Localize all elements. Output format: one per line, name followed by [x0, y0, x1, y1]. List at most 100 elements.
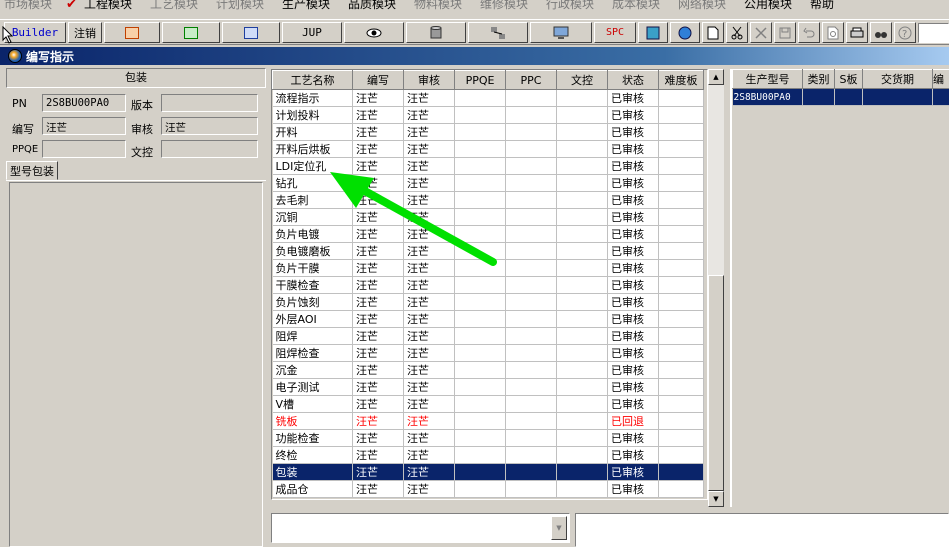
column-header-doc-control[interactable]: 文控 — [556, 70, 608, 90]
word-button[interactable] — [222, 22, 280, 43]
column-header-reviewer[interactable]: 审核 — [403, 70, 455, 90]
column-header-ppc[interactable]: PPC — [505, 70, 557, 90]
column-header-delivery-date[interactable]: 交货期 — [862, 69, 933, 89]
table-row[interactable]: 负片干膜 汪芒 汪芒 已审核 — [272, 259, 704, 277]
table-row[interactable]: 电子测试 汪芒 汪芒 已审核 — [272, 378, 704, 396]
jup-button[interactable]: JUP — [282, 22, 342, 43]
pn-field[interactable]: 2S8BU00PA0 — [42, 94, 126, 112]
print-button[interactable] — [846, 22, 868, 43]
menu-item[interactable]: 行政模块 — [546, 0, 594, 12]
network-button[interactable] — [468, 22, 528, 43]
cell-difficulty — [658, 463, 704, 481]
cell-ppc — [505, 412, 557, 430]
table-row[interactable]: 干膜检查 汪芒 汪芒 已审核 — [272, 276, 704, 294]
cell-status: 已审核 — [607, 395, 659, 413]
menu-item[interactable]: 物料模块 — [414, 0, 462, 12]
table-row[interactable]: 阻焊检查 汪芒 汪芒 已审核 — [272, 344, 704, 362]
table-row[interactable]: 成品仓 汪芒 汪芒 已审核 — [272, 480, 704, 498]
excel-button[interactable] — [162, 22, 220, 43]
bottom-combobox[interactable]: ▼ — [271, 513, 570, 543]
database-button[interactable] — [406, 22, 466, 43]
ppqe-field[interactable] — [42, 140, 126, 158]
cell-status: 已审核 — [607, 225, 659, 243]
reviewer-field[interactable]: 汪芒 — [161, 117, 258, 135]
menu-item[interactable]: 网络模块 — [678, 0, 726, 12]
version-field[interactable] — [161, 94, 258, 112]
menu-item[interactable]: 品质模块 — [348, 0, 396, 12]
new-button[interactable] — [702, 22, 724, 43]
logout-button[interactable]: 注销 — [68, 22, 102, 43]
toolbar-input[interactable] — [918, 23, 949, 43]
column-header-difficulty[interactable]: 难度板 — [658, 70, 704, 90]
table-row[interactable]: 2S8BU00PA0 — [732, 88, 949, 106]
table-row[interactable]: 铣板 汪芒 汪芒 已回退 — [272, 412, 704, 430]
column-header-process-name[interactable]: 工艺名称 — [272, 70, 353, 90]
scroll-thumb[interactable] — [708, 275, 724, 491]
table-row[interactable]: LDI定位孔 汪芒 汪芒 已审核 — [272, 157, 704, 175]
spc-button[interactable]: SPC — [594, 22, 636, 43]
undo-button[interactable] — [798, 22, 820, 43]
writer-field[interactable]: 汪芒 — [42, 117, 126, 135]
table-row[interactable]: 流程指示 汪芒 汪芒 已审核 — [272, 89, 704, 107]
menu-item[interactable]: 生产模块 — [282, 0, 330, 12]
cell-difficulty — [658, 327, 704, 345]
column-header-ppqe[interactable]: PPQE — [454, 70, 506, 90]
menu-item[interactable]: 市场模块 — [4, 0, 52, 12]
menu-item[interactable]: 帮助 — [810, 0, 834, 12]
table-row[interactable]: 开料 汪芒 汪芒 已审核 — [272, 123, 704, 141]
globe-button[interactable] — [670, 22, 700, 43]
table-row[interactable]: 计划投料 汪芒 汪芒 已审核 — [272, 106, 704, 124]
table-row[interactable]: 包装 汪芒 汪芒 已审核 — [272, 463, 704, 481]
table-row[interactable]: 功能检查 汪芒 汪芒 已审核 — [272, 429, 704, 447]
cell-ppqe — [454, 208, 506, 226]
ppt-icon — [125, 26, 139, 39]
cell-process-name: LDI定位孔 — [272, 157, 353, 175]
help-button[interactable]: ? — [894, 22, 916, 43]
table-row[interactable]: 沉金 汪芒 汪芒 已审核 — [272, 361, 704, 379]
menu-item[interactable]: 工程模块 — [84, 0, 132, 12]
preview-button[interactable] — [822, 22, 844, 43]
menu-item[interactable]: 成本模块 — [612, 0, 660, 12]
cell-reviewer: 汪芒 — [403, 208, 455, 226]
table-row[interactable]: 钻孔 汪芒 汪芒 已审核 — [272, 174, 704, 192]
save-button[interactable] — [774, 22, 796, 43]
menu-item[interactable]: 计划模块 — [216, 0, 264, 12]
eye-button[interactable] — [344, 22, 404, 43]
menu-item[interactable]: 工艺模块 — [150, 0, 198, 12]
tab-model-packaging[interactable]: 型号包装 — [6, 161, 58, 180]
grid-scrollbar[interactable]: ▲ ▼ — [708, 69, 724, 507]
column-header-s-board[interactable]: S板 — [834, 69, 863, 89]
table-row[interactable]: 终检 汪芒 汪芒 已审核 — [272, 446, 704, 464]
cell-reviewer: 汪芒 — [403, 106, 455, 124]
table-row[interactable]: V槽 汪芒 汪芒 已审核 — [272, 395, 704, 413]
find-button[interactable] — [870, 22, 892, 43]
cell-difficulty — [658, 446, 704, 464]
column-header-writer[interactable]: 编写 — [352, 70, 404, 90]
menu-item[interactable]: 公用模块 — [744, 0, 792, 12]
delete-button[interactable] — [750, 22, 772, 43]
calculator-button[interactable] — [638, 22, 668, 43]
table-row[interactable]: 阻焊 汪芒 汪芒 已审核 — [272, 327, 704, 345]
column-header-category[interactable]: 类别 — [802, 69, 835, 89]
table-row[interactable]: 开料后烘板 汪芒 汪芒 已审核 — [272, 140, 704, 158]
ppt-button[interactable] — [104, 22, 160, 43]
column-header-production-model[interactable]: 生产型号 — [732, 69, 803, 89]
table-row[interactable]: 负电镀磨板 汪芒 汪芒 已审核 — [272, 242, 704, 260]
table-row[interactable]: 去毛刺 汪芒 汪芒 已审核 — [272, 191, 704, 209]
monitor-button[interactable] — [530, 22, 592, 43]
menu-item[interactable]: 维修模块 — [480, 0, 528, 12]
table-row[interactable]: 负片电镀 汪芒 汪芒 已审核 — [272, 225, 704, 243]
table-row[interactable]: 负片蚀刻 汪芒 汪芒 已审核 — [272, 293, 704, 311]
doc-control-field[interactable] — [161, 140, 258, 158]
combo-dropdown-button[interactable]: ▼ — [551, 516, 567, 540]
cell-difficulty — [658, 276, 704, 294]
memo-box[interactable] — [575, 513, 949, 547]
column-header-status[interactable]: 状态 — [607, 70, 659, 90]
scroll-up-button[interactable]: ▲ — [708, 69, 724, 85]
table-row[interactable]: 外层AOI 汪芒 汪芒 已审核 — [272, 310, 704, 328]
cut-button[interactable] — [726, 22, 748, 43]
table-row[interactable]: 沉铜 汪芒 汪芒 已审核 — [272, 208, 704, 226]
column-header-code[interactable]: 编 — [932, 69, 949, 89]
scroll-down-button[interactable]: ▼ — [708, 491, 724, 507]
cell-ppqe — [454, 123, 506, 141]
